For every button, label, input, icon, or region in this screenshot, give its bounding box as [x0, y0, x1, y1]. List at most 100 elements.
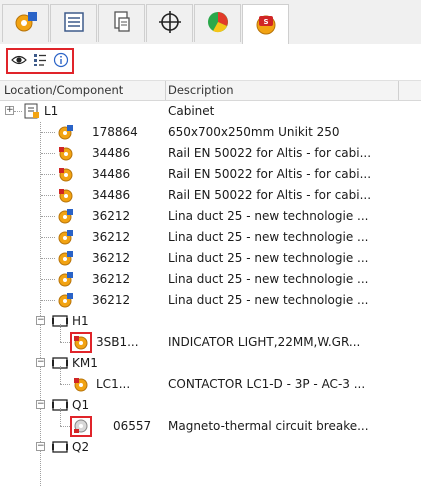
row-location: 34486	[92, 146, 131, 160]
filter-list-button[interactable]	[31, 52, 49, 70]
expand-toggle[interactable]: +	[5, 106, 14, 115]
tree-row-component[interactable]: 36212 Lina duct 25 - new technologie ...	[0, 248, 421, 269]
column-headers: Location/Component Description	[0, 81, 421, 101]
tree-connector	[60, 426, 70, 427]
tree-row-q1[interactable]: − Q1	[0, 395, 421, 416]
row-location: KM1	[72, 356, 98, 370]
tab-pie-chart[interactable]	[194, 4, 241, 42]
row-description: Rail EN 50022 for Altis - for cabi...	[168, 146, 372, 160]
component-gear-icon	[57, 291, 75, 309]
crosshair-icon	[157, 9, 183, 38]
tree-connector	[41, 258, 55, 259]
tree-row-component[interactable]: 178864 650x700x250mm Unikit 250	[0, 122, 421, 143]
tab-list[interactable]	[50, 4, 97, 42]
red-component-icon: S	[253, 11, 279, 40]
row-description: CONTACTOR LC1-D - 3P - AC-3 ...	[168, 377, 366, 391]
row-location: 3SB1...	[96, 335, 139, 349]
collapse-toggle[interactable]: −	[36, 316, 45, 325]
row-location: H1	[72, 314, 89, 328]
row-description: Lina duct 25 - new technologie ...	[168, 293, 369, 307]
tree-connector	[60, 324, 61, 342]
component-gear-icon	[13, 9, 39, 38]
tree-row-component[interactable]: 36212 Lina duct 25 - new technologie ...	[0, 227, 421, 248]
eye-icon	[10, 52, 27, 71]
svg-text:S: S	[263, 18, 268, 26]
row-location: 34486	[92, 188, 131, 202]
indicator-light-icon	[72, 333, 90, 351]
row-location: Q1	[72, 398, 90, 412]
component-gear-icon	[57, 228, 75, 246]
tree-row-component[interactable]: 36212 Lina duct 25 - new technologie ...	[0, 206, 421, 227]
component-gear-icon	[57, 249, 75, 267]
tree-connector	[41, 300, 55, 301]
column-divider[interactable]	[398, 81, 399, 100]
row-description: INDICATOR LIGHT,22MM,W.GR...	[168, 335, 361, 349]
tree-row-component[interactable]: 36212 Lina duct 25 - new technologie ...	[0, 269, 421, 290]
info-button[interactable]	[52, 52, 70, 70]
row-location: 36212	[92, 272, 131, 286]
row-description: Lina duct 25 - new technologie ...	[168, 251, 369, 265]
row-description: Lina duct 25 - new technologie ...	[168, 272, 369, 286]
tree-row-component[interactable]: 34486 Rail EN 50022 for Altis - for cabi…	[0, 164, 421, 185]
row-description: Rail EN 50022 for Altis - for cabi...	[168, 188, 372, 202]
tab-red-component[interactable]: S	[242, 4, 289, 45]
row-description: Lina duct 25 - new technologie ...	[168, 230, 369, 244]
row-description: Cabinet	[168, 104, 215, 118]
component-gear-icon	[57, 123, 75, 141]
tree-row-component[interactable]: 36212 Lina duct 25 - new technologie ...	[0, 290, 421, 311]
rail-component-icon	[57, 144, 75, 162]
contactor-icon	[72, 375, 90, 393]
tree-connector	[14, 111, 22, 112]
row-location: 34486	[92, 167, 131, 181]
row-location: LC1...	[96, 377, 131, 391]
row-location: 36212	[92, 230, 131, 244]
tree-connector	[60, 408, 61, 426]
tree-row-component[interactable]: 34486 Rail EN 50022 for Altis - for cabi…	[0, 143, 421, 164]
tree-row-component[interactable]: 06557 Magneto-thermal circuit breake...	[0, 408, 421, 437]
tree-row-component[interactable]: 3SB1... INDICATOR LIGHT,22MM,W.GR...	[0, 324, 421, 353]
row-location: 36212	[92, 209, 131, 223]
tree-connector	[60, 384, 70, 385]
row-location: L1	[44, 104, 59, 118]
eye-button[interactable]	[10, 52, 28, 70]
tree-connector	[41, 195, 55, 196]
tree-connector	[41, 237, 55, 238]
collapse-toggle[interactable]: −	[36, 358, 45, 367]
tree-row-q2[interactable]: − Q2	[0, 437, 421, 458]
row-description: Rail EN 50022 for Altis - for cabi...	[168, 167, 372, 181]
row-location: 06557	[113, 419, 152, 433]
tree-connector	[41, 132, 55, 133]
collapse-toggle[interactable]: −	[36, 400, 45, 409]
component-tree: + L1 Cabinet 178864 650x700x250mm Unikit…	[0, 101, 421, 486]
tree-row-h1[interactable]: − H1	[0, 311, 421, 332]
row-description: Magneto-thermal circuit breake...	[168, 419, 369, 433]
tab-strip: S	[0, 0, 421, 45]
list-view-icon	[61, 9, 87, 38]
collapse-toggle[interactable]: −	[36, 442, 45, 451]
column-divider[interactable]	[165, 81, 166, 100]
tree-connector	[41, 216, 55, 217]
component-gear-icon	[57, 270, 75, 288]
tab-crosshair[interactable]	[146, 4, 193, 42]
tree-row-component[interactable]: 34486 Rail EN 50022 for Altis - for cabi…	[0, 185, 421, 206]
filter-list-icon	[32, 52, 48, 71]
tab-document-tree[interactable]	[98, 4, 145, 42]
tree-row-component[interactable]: LC1... CONTACTOR LC1-D - 3P - AC-3 ...	[0, 366, 421, 395]
tree-connector	[41, 279, 55, 280]
tree-connector	[41, 153, 55, 154]
row-location: Q2	[72, 440, 90, 454]
document-tree-icon	[109, 9, 135, 38]
column-header-description[interactable]: Description	[168, 83, 234, 97]
tree-connector	[60, 366, 61, 384]
row-description: Lina duct 25 - new technologie ...	[168, 209, 369, 223]
tree-row-km1[interactable]: − KM1	[0, 353, 421, 374]
pie-chart-icon	[205, 9, 231, 38]
rail-component-icon	[57, 165, 75, 183]
circuit-breaker-icon	[72, 417, 90, 435]
column-header-location[interactable]: Location/Component	[4, 83, 123, 97]
tab-components[interactable]	[2, 4, 49, 42]
cabinet-icon	[23, 102, 41, 120]
tree-row-l1[interactable]: + L1 Cabinet	[0, 101, 421, 122]
tree-connector	[60, 342, 70, 343]
row-description: 650x700x250mm Unikit 250	[168, 125, 340, 139]
